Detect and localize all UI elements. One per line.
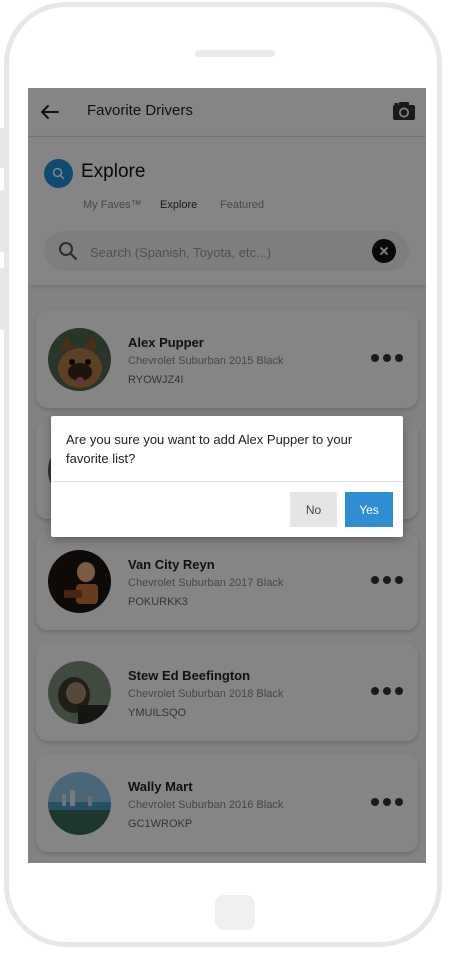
app-screen: Favorite Drivers Explore My Faves™ Explo… <box>28 88 426 863</box>
phone-side-button <box>0 128 5 168</box>
dialog-message: Are you sure you want to add Alex Pupper… <box>66 432 353 466</box>
phone-home-button[interactable] <box>215 895 255 930</box>
confirm-dialog: Are you sure you want to add Alex Pupper… <box>51 416 403 537</box>
no-button[interactable]: No <box>290 492 337 527</box>
phone-side-button <box>0 190 5 252</box>
phone-side-button <box>0 268 5 330</box>
yes-button[interactable]: Yes <box>345 492 393 527</box>
phone-speaker <box>195 50 275 57</box>
dialog-divider <box>51 481 403 482</box>
